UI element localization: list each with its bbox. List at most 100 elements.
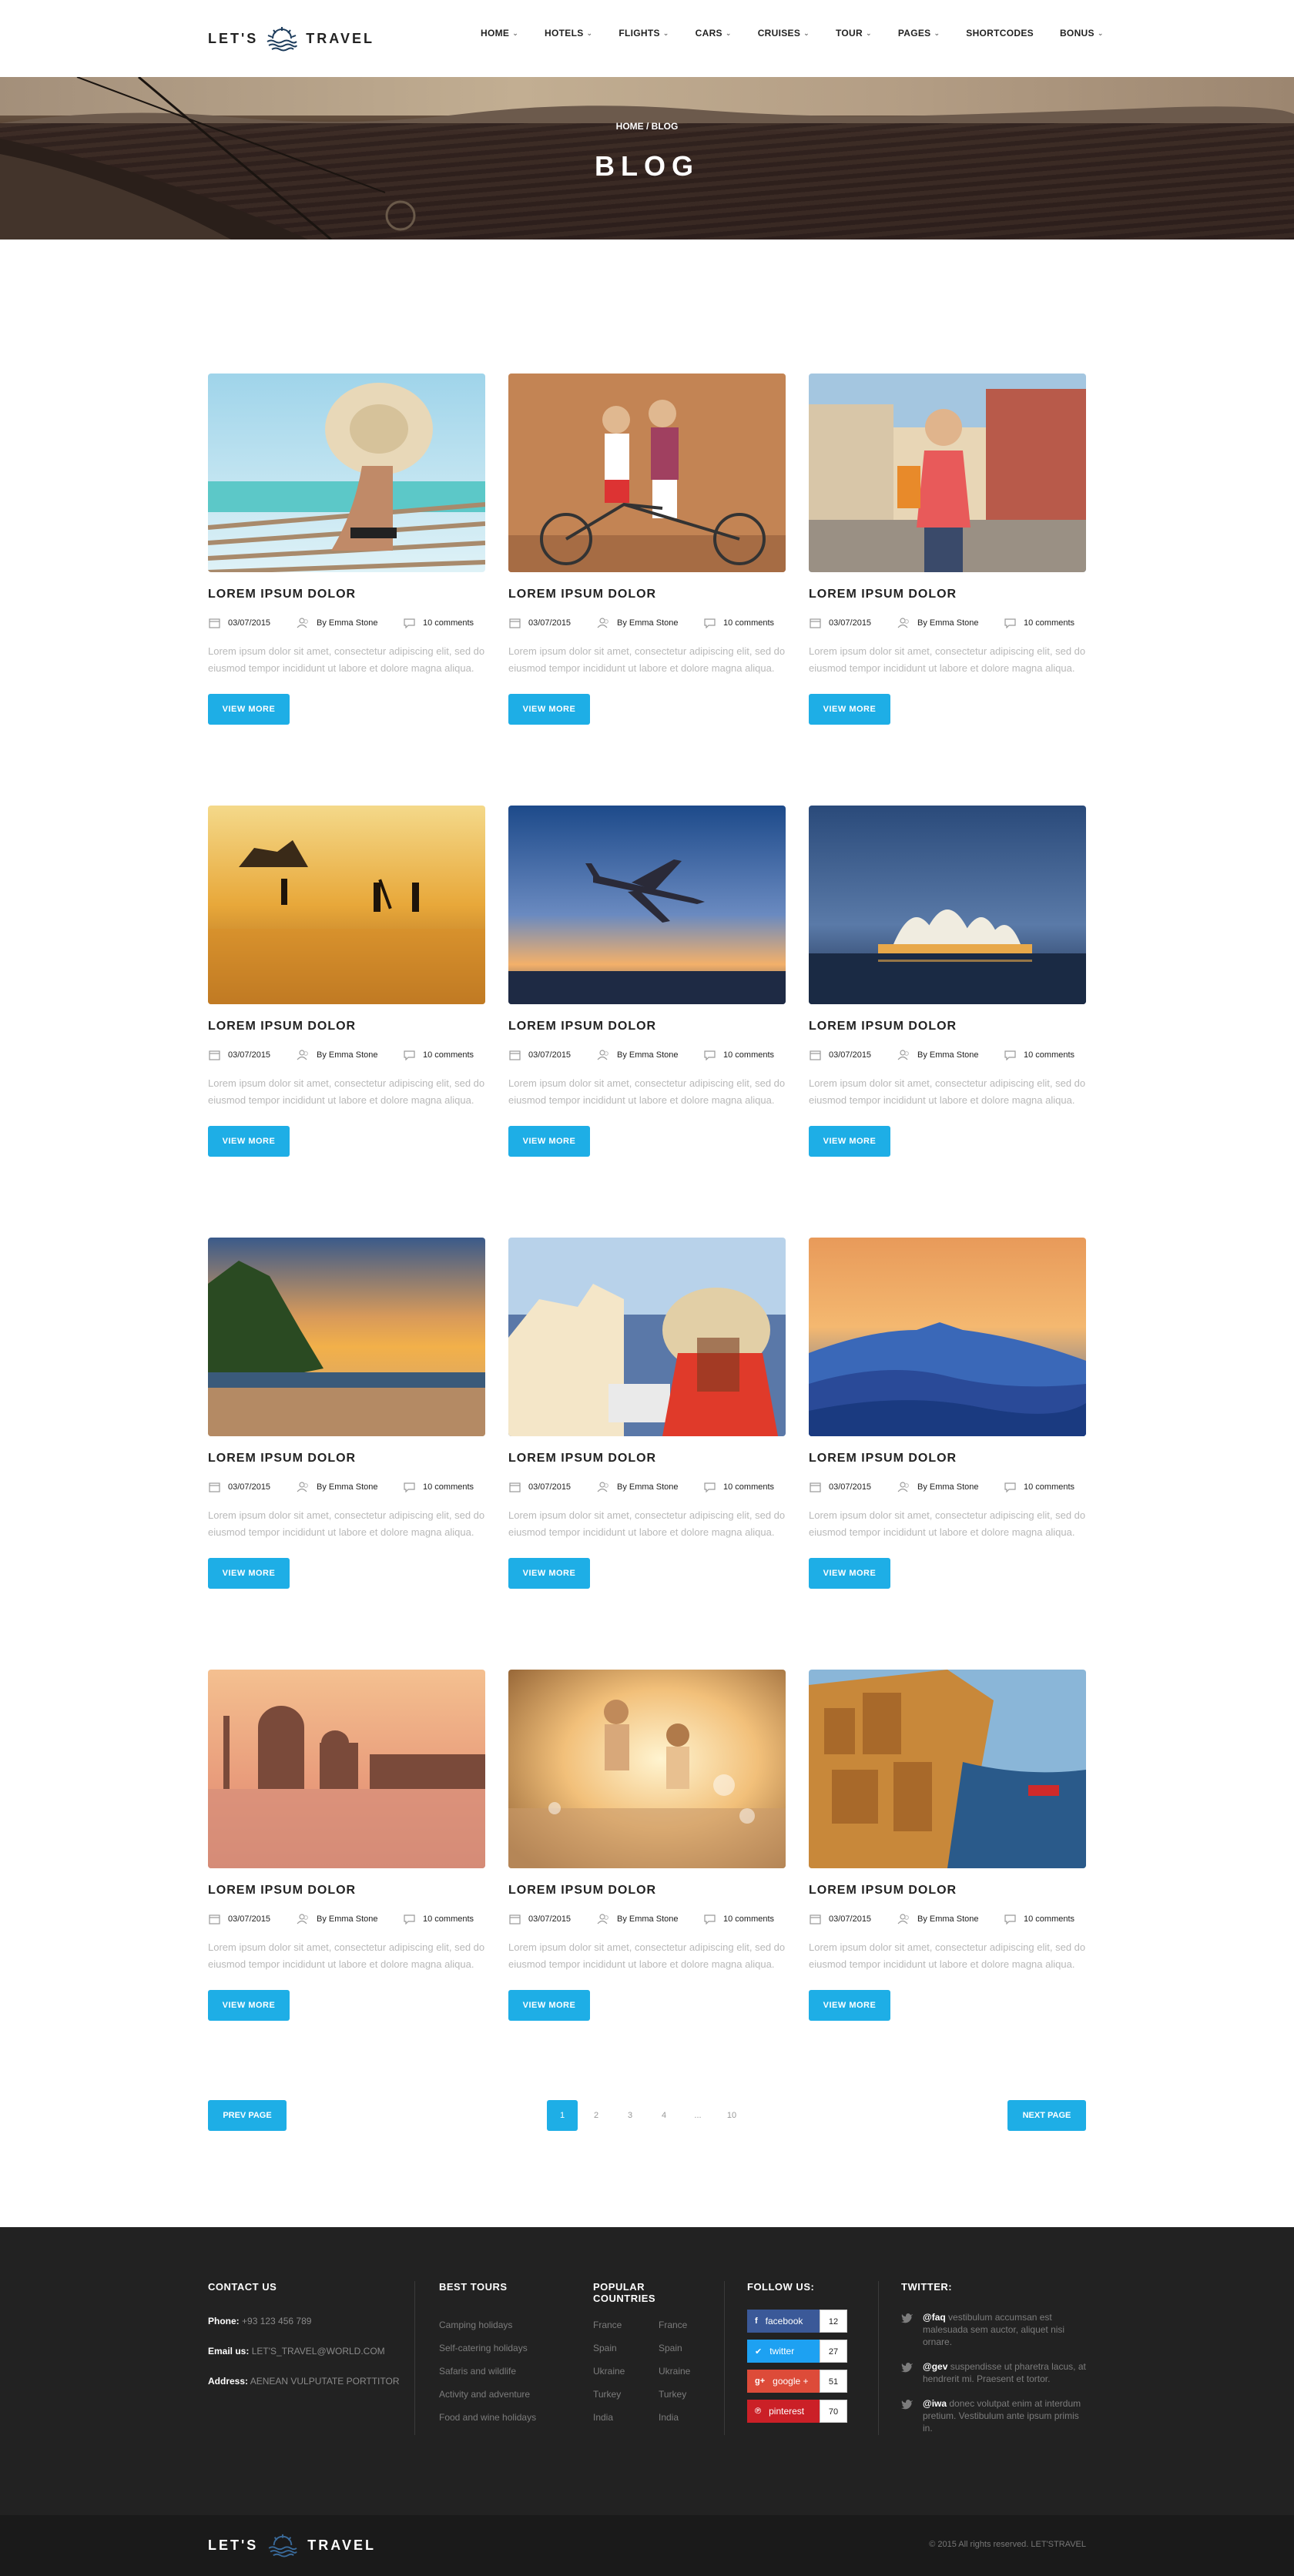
country-link[interactable]: Turkey xyxy=(659,2383,716,2406)
tweet-handle[interactable]: @iwa xyxy=(923,2398,947,2409)
post-comments[interactable]: 10 comments xyxy=(423,618,474,628)
site-logo[interactable]: LET'S TRAVEL xyxy=(208,23,374,54)
country-link[interactable]: Turkey xyxy=(593,2383,659,2406)
post-author[interactable]: By Emma Stone xyxy=(317,1482,377,1492)
post-title[interactable]: LOREM IPSUM DOLOR xyxy=(208,588,485,601)
post-author[interactable]: By Emma Stone xyxy=(917,1482,978,1492)
post-comments[interactable]: 10 comments xyxy=(423,1914,474,1924)
post-title[interactable]: LOREM IPSUM DOLOR xyxy=(508,1452,786,1466)
post-comments[interactable]: 10 comments xyxy=(1024,1050,1074,1060)
post-thumbnail-couple-with-bicycle[interactable] xyxy=(508,374,786,572)
post-comments[interactable]: 10 comments xyxy=(723,1050,774,1060)
post-title[interactable]: LOREM IPSUM DOLOR xyxy=(809,1452,1086,1466)
social-pinterest-button[interactable]: ℗ pinterest 70 xyxy=(747,2400,870,2423)
country-link[interactable]: Ukraine xyxy=(659,2360,716,2383)
nav-item-bonus[interactable]: BONUS ⌄ xyxy=(1060,28,1104,39)
tweet-handle[interactable]: @faq xyxy=(923,2312,946,2323)
post-comments[interactable]: 10 comments xyxy=(723,1482,774,1492)
nav-item-cars[interactable]: CARS ⌄ xyxy=(696,28,732,39)
post-comments[interactable]: 10 comments xyxy=(1024,618,1074,628)
tweet-handle[interactable]: @gev xyxy=(923,2361,947,2372)
post-thumbnail-woman-hat-beach-dock[interactable] xyxy=(208,374,485,572)
view-more-button[interactable]: VIEW MORE xyxy=(208,1558,290,1589)
post-title[interactable]: LOREM IPSUM DOLOR xyxy=(809,1884,1086,1898)
nav-item-flights[interactable]: FLIGHTS ⌄ xyxy=(619,28,669,39)
post-author[interactable]: By Emma Stone xyxy=(317,1914,377,1924)
nav-item-pages[interactable]: PAGES ⌄ xyxy=(898,28,940,39)
post-title[interactable]: LOREM IPSUM DOLOR xyxy=(508,1884,786,1898)
social-google-button[interactable]: g+ google + 51 xyxy=(747,2370,870,2393)
post-title[interactable]: LOREM IPSUM DOLOR xyxy=(208,1020,485,1033)
post-comments[interactable]: 10 comments xyxy=(423,1050,474,1060)
nav-item-tour[interactable]: TOUR ⌄ xyxy=(836,28,872,39)
view-more-button[interactable]: VIEW MORE xyxy=(809,1126,890,1157)
post-title[interactable]: LOREM IPSUM DOLOR xyxy=(809,588,1086,601)
phone-value[interactable]: +93 123 456 789 xyxy=(242,2316,311,2326)
post-comments[interactable]: 10 comments xyxy=(723,1914,774,1924)
post-author[interactable]: By Emma Stone xyxy=(317,618,377,628)
best-tour-link[interactable]: Food and wine holidays xyxy=(439,2406,578,2429)
post-thumbnail-blue-mountains-dusk[interactable] xyxy=(809,1238,1086,1436)
post-thumbnail-sydney-opera-house[interactable] xyxy=(809,806,1086,1004)
pagination-page[interactable]: 2 xyxy=(581,2100,612,2131)
country-link[interactable]: France xyxy=(593,2313,659,2336)
pagination-page[interactable]: 3 xyxy=(615,2100,645,2131)
pagination-page[interactable]: 4 xyxy=(649,2100,679,2131)
country-link[interactable]: France xyxy=(659,2313,716,2336)
country-link[interactable]: India xyxy=(659,2406,716,2429)
post-thumbnail-tropical-beach-sunset[interactable] xyxy=(208,1238,485,1436)
post-thumbnail-venice-sunset[interactable] xyxy=(208,1670,485,1868)
email-value[interactable]: LET'S_TRAVEL@WORLD.COM xyxy=(252,2346,385,2357)
post-thumbnail-woman-hat-santorini[interactable] xyxy=(508,1238,786,1436)
post-author[interactable]: By Emma Stone xyxy=(917,1050,978,1060)
post-title[interactable]: LOREM IPSUM DOLOR xyxy=(208,1884,485,1898)
post-title[interactable]: LOREM IPSUM DOLOR xyxy=(508,1020,786,1033)
post-title[interactable]: LOREM IPSUM DOLOR xyxy=(809,1020,1086,1033)
social-facebook-button[interactable]: f facebook 12 xyxy=(747,2310,870,2333)
post-comments[interactable]: 10 comments xyxy=(423,1482,474,1492)
country-link[interactable]: Ukraine xyxy=(593,2360,659,2383)
prev-page-button[interactable]: PREV PAGE xyxy=(208,2100,287,2131)
nav-item-shortcodes[interactable]: SHORTCODES xyxy=(966,28,1034,39)
view-more-button[interactable]: VIEW MORE xyxy=(208,1990,290,2021)
best-tour-link[interactable]: Camping holidays xyxy=(439,2313,578,2336)
pagination-page[interactable]: 1 xyxy=(547,2100,578,2131)
view-more-button[interactable]: VIEW MORE xyxy=(208,1126,290,1157)
post-author[interactable]: By Emma Stone xyxy=(617,618,678,628)
breadcrumb[interactable]: HOME / BLOG xyxy=(0,121,1294,132)
best-tour-link[interactable]: Activity and adventure xyxy=(439,2383,578,2406)
post-author[interactable]: By Emma Stone xyxy=(617,1050,678,1060)
footer-logo[interactable]: LET'S TRAVEL xyxy=(208,2533,376,2558)
view-more-button[interactable]: VIEW MORE xyxy=(208,694,290,725)
nav-item-hotels[interactable]: HOTELS ⌄ xyxy=(545,28,592,39)
country-link[interactable]: Spain xyxy=(659,2336,716,2360)
best-tour-link[interactable]: Safaris and wildlife xyxy=(439,2360,578,2383)
post-comments[interactable]: 10 comments xyxy=(1024,1482,1074,1492)
nav-item-home[interactable]: HOME ⌄ xyxy=(481,28,518,39)
view-more-button[interactable]: VIEW MORE xyxy=(508,1126,590,1157)
post-author[interactable]: By Emma Stone xyxy=(317,1050,377,1060)
view-more-button[interactable]: VIEW MORE xyxy=(508,694,590,725)
post-thumbnail-coastal-city-harbor[interactable] xyxy=(809,1670,1086,1868)
pagination-page[interactable]: 10 xyxy=(716,2100,747,2131)
post-comments[interactable]: 10 comments xyxy=(723,618,774,628)
view-more-button[interactable]: VIEW MORE xyxy=(508,1558,590,1589)
post-author[interactable]: By Emma Stone xyxy=(917,618,978,628)
view-more-button[interactable]: VIEW MORE xyxy=(809,1990,890,2021)
post-thumbnail-surfers-golden-beach[interactable] xyxy=(208,806,485,1004)
post-title[interactable]: LOREM IPSUM DOLOR xyxy=(508,588,786,601)
country-link[interactable]: Spain xyxy=(593,2336,659,2360)
post-comments[interactable]: 10 comments xyxy=(1024,1914,1074,1924)
view-more-button[interactable]: VIEW MORE xyxy=(809,1558,890,1589)
view-more-button[interactable]: VIEW MORE xyxy=(508,1990,590,2021)
nav-item-cruises[interactable]: CRUISES ⌄ xyxy=(758,28,810,39)
social-twitter-button[interactable]: ✔ twitter 27 xyxy=(747,2340,870,2363)
post-thumbnail-tourist-woman-old-town[interactable] xyxy=(809,374,1086,572)
post-author[interactable]: By Emma Stone xyxy=(617,1914,678,1924)
next-page-button[interactable]: NEXT PAGE xyxy=(1007,2100,1086,2131)
view-more-button[interactable]: VIEW MORE xyxy=(809,694,890,725)
post-thumbnail-couple-running-water[interactable] xyxy=(508,1670,786,1868)
post-author[interactable]: By Emma Stone xyxy=(617,1482,678,1492)
post-title[interactable]: LOREM IPSUM DOLOR xyxy=(208,1452,485,1466)
best-tour-link[interactable]: Self-catering holidays xyxy=(439,2336,578,2360)
